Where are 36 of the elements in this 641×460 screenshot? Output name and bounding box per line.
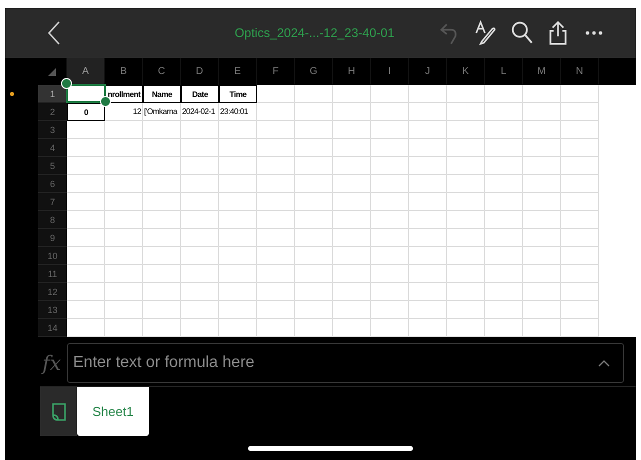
back-icon[interactable]	[47, 20, 61, 46]
corner-triangle-icon[interactable]	[48, 68, 56, 76]
table-cell: ['Omkarna	[143, 103, 181, 121]
pen-icon[interactable]	[474, 20, 498, 46]
column-header[interactable]: A	[67, 58, 105, 85]
column-title: Time	[219, 85, 257, 103]
formula-field[interactable]: Enter text or formula here	[67, 343, 624, 383]
row-header[interactable]: 13	[38, 301, 67, 319]
row-header[interactable]: 5	[38, 157, 67, 175]
sheet-tab[interactable]: Sheet1	[77, 387, 149, 436]
table-cell: 23:40:01	[219, 103, 257, 121]
row-header[interactable]: 6	[38, 175, 67, 193]
sheets-button[interactable]	[40, 387, 77, 436]
table-cell: 2024-02-1	[181, 103, 219, 121]
chevron-up-icon[interactable]	[598, 359, 610, 367]
row-header[interactable]: 10	[38, 247, 67, 265]
row-header[interactable]: 14	[38, 319, 67, 337]
row-header[interactable]: 1	[38, 85, 67, 103]
document-title: Optics_2024-...-12_23-40-01	[234, 26, 396, 40]
row-header[interactable]: 9	[38, 229, 67, 247]
row-header[interactable]: 7	[38, 193, 67, 211]
row-header[interactable]: 8	[38, 211, 67, 229]
search-icon[interactable]	[510, 20, 534, 46]
row-header[interactable]: 11	[38, 265, 67, 283]
row-header[interactable]: 3	[38, 121, 67, 139]
sheet-icon[interactable]	[50, 402, 66, 422]
row-header[interactable]: 12	[38, 283, 67, 301]
status-dot	[10, 92, 14, 96]
row-header[interactable]: 2	[38, 103, 67, 121]
column-title: Name	[143, 85, 181, 103]
function-label: fx	[40, 351, 62, 375]
column-title: 0	[67, 103, 105, 121]
table-cell: 12	[105, 103, 143, 121]
row-header[interactable]: 4	[38, 139, 67, 157]
column-title: Date	[181, 85, 219, 103]
column-title: nrollment	[105, 85, 143, 103]
